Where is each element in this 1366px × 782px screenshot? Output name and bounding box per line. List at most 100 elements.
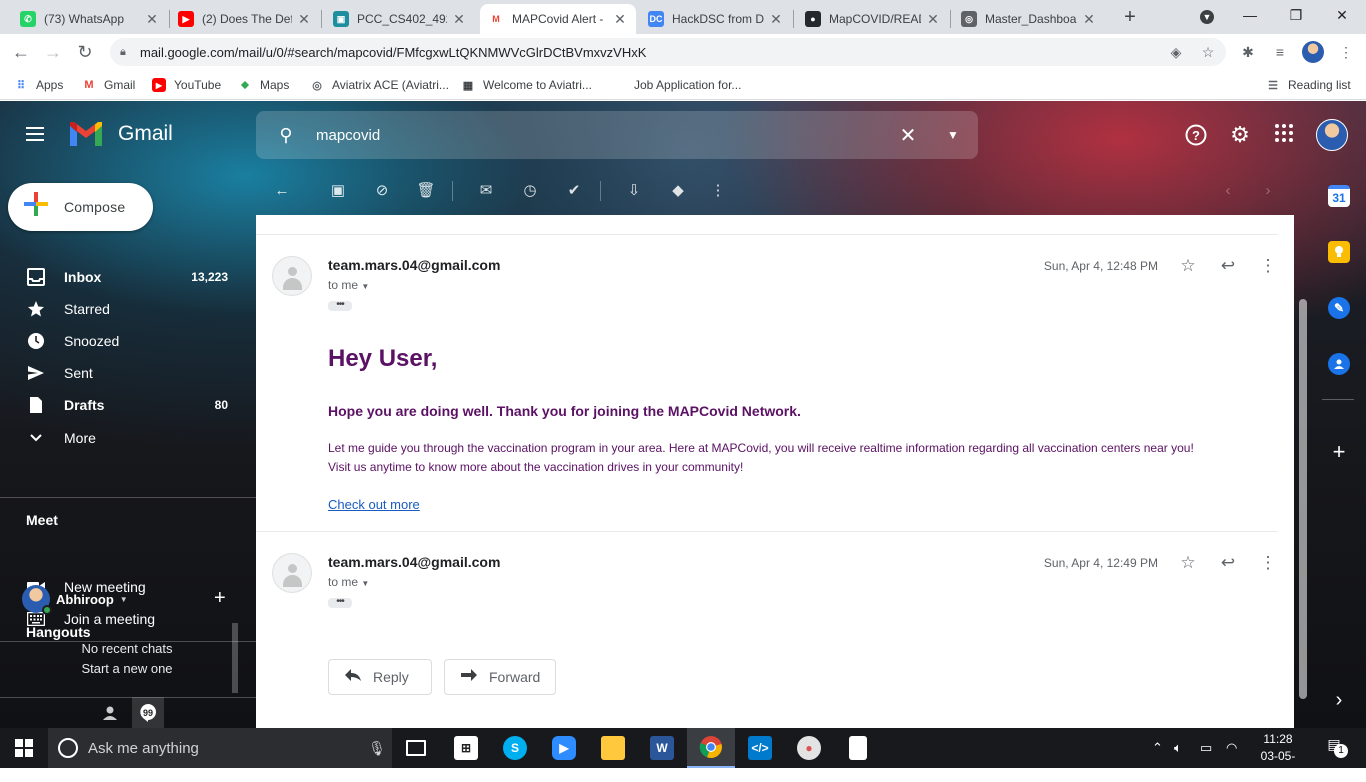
close-tab-icon[interactable]: ✕: [768, 11, 784, 28]
file-explorer-app[interactable]: [589, 728, 637, 768]
store-app[interactable]: ⊞: [442, 728, 490, 768]
chrome-menu-icon[interactable]: ⋮: [1336, 42, 1356, 62]
browser-tab[interactable]: DC HackDSC from De ✕: [640, 4, 792, 34]
star-icon[interactable]: ☆: [1178, 256, 1198, 276]
hangouts-scrollbar[interactable]: [232, 623, 238, 693]
account-avatar[interactable]: [1316, 119, 1348, 151]
forward-button[interactable]: →: [40, 40, 66, 64]
show-trimmed-content-button[interactable]: •••: [328, 300, 352, 311]
show-hidden-icons[interactable]: ⌃: [1152, 740, 1163, 756]
paint-app[interactable]: ●: [785, 728, 833, 768]
back-button[interactable]: ←: [8, 40, 34, 64]
reply-icon[interactable]: ↩: [1218, 256, 1238, 276]
older-icon[interactable]: ›: [1258, 181, 1278, 201]
delete-icon[interactable]: 🗑︎: [416, 181, 436, 201]
notepad-app[interactable]: [834, 728, 882, 768]
hangouts-user[interactable]: Abhiroop ▼: [22, 585, 128, 615]
sidebar-item-inbox[interactable]: Inbox 13,223: [0, 261, 240, 293]
more-vert-icon[interactable]: ⋮: [1258, 553, 1278, 573]
sidebar-item-sent[interactable]: Sent: [0, 357, 240, 389]
zoom-app[interactable]: ▶: [540, 728, 588, 768]
close-tab-icon[interactable]: ✕: [144, 11, 160, 28]
battery-icon[interactable]: ▭: [1200, 740, 1212, 756]
show-trimmed-content-button[interactable]: •••: [328, 597, 352, 608]
contacts-icon[interactable]: [1328, 353, 1350, 375]
sidebar-item-drafts[interactable]: Drafts 80: [0, 389, 240, 421]
word-app[interactable]: W: [638, 728, 686, 768]
wifi-icon[interactable]: ◠: [1226, 740, 1237, 756]
hide-panel-icon[interactable]: ›: [1328, 689, 1350, 711]
bookmark-item[interactable]: ⠿ Apps: [14, 76, 63, 94]
clear-search-icon[interactable]: ✕: [888, 123, 928, 148]
browser-tab[interactable]: ▶ (2) Does The Defe ✕: [170, 4, 320, 34]
url-bar[interactable]: 🔒︎ mail.google.com/mail/u/0/#search/mapc…: [110, 38, 1226, 66]
bookmark-item[interactable]: ⬥ Maps: [238, 76, 289, 94]
eye-icon[interactable]: ◈: [1166, 42, 1186, 62]
move-to-icon[interactable]: ⇩: [624, 181, 644, 201]
close-tab-icon[interactable]: ✕: [925, 11, 941, 28]
browser-tab[interactable]: M MAPCovid Alert - ✕: [480, 4, 636, 34]
maximize-button[interactable]: ❐: [1276, 4, 1316, 28]
system-clock[interactable]: 11:28 03-05-2021: [1250, 731, 1306, 782]
close-tab-icon[interactable]: ✕: [1081, 11, 1097, 28]
extensions-icon[interactable]: ✱: [1238, 42, 1258, 62]
close-tab-icon[interactable]: ✕: [296, 11, 312, 28]
back-to-list-icon[interactable]: ←: [272, 181, 292, 201]
media-control-icon[interactable]: ≡: [1270, 42, 1290, 62]
sidebar-item-more[interactable]: More: [0, 422, 240, 454]
main-menu-icon[interactable]: [24, 123, 46, 145]
compose-button[interactable]: Compose: [8, 183, 153, 231]
microphone-icon[interactable]: 🎙︎: [362, 740, 392, 757]
bookmark-item[interactable]: M Gmail: [82, 76, 135, 94]
skype-app[interactable]: S: [491, 728, 539, 768]
check-out-more-link[interactable]: Check out more: [328, 497, 420, 512]
bookmark-star-icon[interactable]: ☆: [1198, 42, 1218, 62]
snooze-icon[interactable]: ◷: [520, 181, 540, 201]
search-input[interactable]: mapcovid: [316, 127, 888, 144]
settings-gear-icon[interactable]: ⚙: [1228, 123, 1252, 147]
help-icon[interactable]: ?: [1184, 123, 1208, 147]
star-icon[interactable]: ☆: [1178, 553, 1198, 573]
close-tab-icon[interactable]: ✕: [612, 11, 628, 28]
contacts-tab-icon[interactable]: [100, 703, 120, 723]
chrome-app[interactable]: [687, 728, 735, 768]
volume-icon[interactable]: 🔈︎: [1174, 740, 1182, 756]
add-task-icon[interactable]: ✔: [564, 181, 584, 201]
browser-tab[interactable]: ▣ PCC_CS402_492(2 ✕: [325, 4, 475, 34]
minimize-button[interactable]: —: [1230, 4, 1270, 28]
tasks-icon[interactable]: ✎: [1328, 297, 1350, 319]
reply-icon[interactable]: ↩: [1218, 553, 1238, 573]
taskbar-search[interactable]: Ask me anything 🎙︎: [48, 728, 392, 768]
add-chat-icon[interactable]: +: [214, 587, 226, 610]
newer-icon[interactable]: ‹: [1218, 181, 1238, 201]
more-options-icon[interactable]: ⋮: [708, 181, 728, 201]
more-vert-icon[interactable]: ⋮: [1258, 256, 1278, 276]
bookmark-item[interactable]: ▦ Welcome to Aviatri...: [461, 76, 592, 94]
reading-list-button[interactable]: ☰ Reading list: [1266, 76, 1351, 94]
start-button[interactable]: [0, 728, 48, 768]
task-view-button[interactable]: [392, 728, 440, 768]
sender-avatar[interactable]: [272, 553, 312, 593]
gmail-logo[interactable]: Gmail: [68, 120, 173, 148]
close-tab-icon[interactable]: ✕: [451, 11, 467, 28]
sidebar-item-snoozed[interactable]: Snoozed: [0, 325, 240, 357]
archive-icon[interactable]: ▣: [328, 181, 348, 201]
reload-button[interactable]: ↻: [72, 40, 98, 64]
bookmark-item[interactable]: ▶ YouTube: [152, 76, 221, 94]
taskbar-search-input[interactable]: Ask me anything: [88, 740, 362, 757]
reply-button[interactable]: Reply: [328, 659, 432, 695]
bookmark-item[interactable]: Job Application for...: [612, 76, 741, 94]
google-apps-icon[interactable]: [1272, 123, 1296, 147]
browser-tab[interactable]: ● MapCOVID/READ ✕: [797, 4, 949, 34]
label-icon[interactable]: ◆: [668, 181, 688, 201]
report-spam-icon[interactable]: ⊘: [372, 181, 392, 201]
action-center-button[interactable]: ▤ 1: [1318, 736, 1350, 760]
search-icon[interactable]: ⚲: [256, 125, 316, 146]
mail-search-bar[interactable]: ⚲ mapcovid ✕ ▼: [256, 111, 978, 159]
new-tab-button[interactable]: +: [1118, 6, 1142, 30]
recipient-label[interactable]: to me ▼: [328, 575, 369, 589]
content-scrollbar[interactable]: [1296, 215, 1310, 728]
sidebar-item-starred[interactable]: Starred: [0, 293, 240, 325]
chat-tab-icon[interactable]: 99: [132, 697, 164, 728]
bookmark-item[interactable]: ◎ Aviatrix ACE (Aviatri...: [310, 76, 449, 94]
